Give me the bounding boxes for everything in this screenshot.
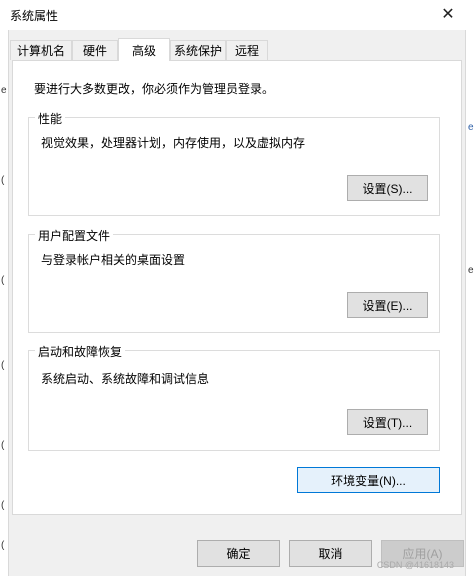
background-glyph: e	[1, 85, 7, 96]
system-properties-window: e ( ( ( ( ( ( e e 系统属性 ✕ 计算机名 硬件 高级 系统保护…	[0, 0, 474, 576]
tab-system-protection[interactable]: 系统保护	[170, 40, 226, 60]
title-bar: 系统属性 ✕	[0, 0, 474, 30]
background-glyph: (	[1, 275, 5, 286]
tab-hardware[interactable]: 硬件	[72, 40, 118, 60]
tab-computer-name[interactable]: 计算机名	[10, 40, 72, 60]
performance-group-title: 性能	[35, 110, 66, 127]
tab-advanced[interactable]: 高级	[118, 38, 170, 61]
tab-bar: 计算机名 硬件 高级 系统保护 远程	[10, 38, 470, 61]
cancel-button[interactable]: 取消	[289, 540, 372, 567]
window-title: 系统属性	[10, 9, 59, 23]
admin-notice: 要进行大多数更改，你必须作为管理员登录。	[34, 82, 275, 96]
user-profiles-settings-button[interactable]: 设置(E)...	[347, 292, 428, 318]
user-profiles-description: 与登录帐户相关的桌面设置	[41, 253, 186, 267]
startup-recovery-settings-button[interactable]: 设置(T)...	[347, 409, 428, 435]
performance-group: 性能 视觉效果，处理器计划，内存使用，以及虚拟内存 设置(S)...	[28, 110, 440, 216]
startup-recovery-group: 启动和故障恢复 系统启动、系统故障和调试信息 设置(T)...	[28, 343, 440, 451]
startup-recovery-group-title: 启动和故障恢复	[35, 343, 126, 360]
startup-recovery-description: 系统启动、系统故障和调试信息	[41, 372, 210, 386]
environment-variables-button[interactable]: 环境变量(N)...	[297, 467, 440, 493]
watermark: CSDN @41618143	[376, 560, 454, 570]
performance-description: 视觉效果，处理器计划，内存使用，以及虚拟内存	[41, 136, 306, 150]
user-profiles-group: 用户配置文件 与登录帐户相关的桌面设置 设置(E)...	[28, 227, 440, 333]
tab-remote[interactable]: 远程	[226, 40, 268, 60]
background-glyph: (	[1, 540, 5, 551]
ok-button[interactable]: 确定	[197, 540, 280, 567]
background-glyph: e	[468, 122, 474, 133]
background-glyph: (	[1, 500, 5, 511]
background-app-left-strip: e ( ( ( ( ( (	[0, 30, 9, 576]
background-glyph: e	[468, 265, 474, 276]
background-glyph: (	[1, 360, 5, 371]
user-profiles-group-title: 用户配置文件	[35, 227, 114, 244]
performance-settings-button[interactable]: 设置(S)...	[347, 175, 428, 201]
close-icon[interactable]: ✕	[436, 2, 460, 26]
background-app-right-strip: e e	[465, 30, 474, 576]
background-glyph: (	[1, 440, 5, 451]
background-glyph: (	[1, 175, 5, 186]
